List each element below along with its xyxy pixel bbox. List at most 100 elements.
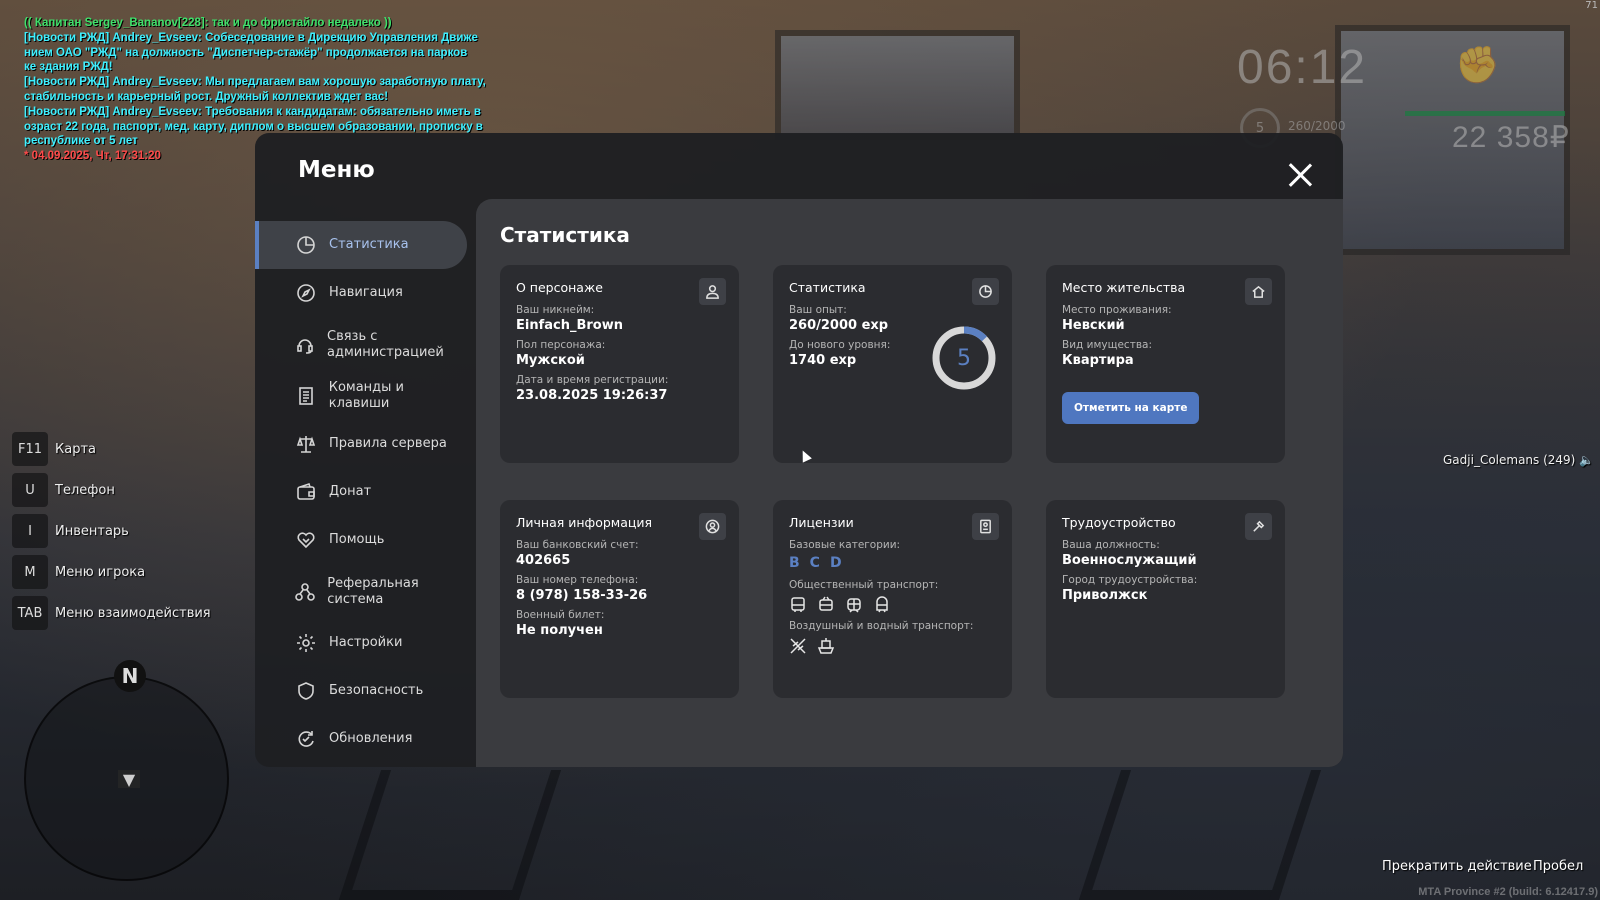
field-label: Город трудоустройства:	[1062, 574, 1198, 586]
level-value: 5	[957, 345, 971, 371]
air-water-licenses	[789, 637, 996, 655]
fist-icon: ✊	[1455, 45, 1500, 86]
license-doc-icon	[972, 513, 999, 540]
nav-item-referral[interactable]: Реферальная система	[255, 564, 467, 619]
card-residence: Место жительства Место проживания: Невск…	[1046, 265, 1285, 463]
player-nametag: Gadji_Colemans (249) 🔈	[1443, 453, 1594, 467]
gear-icon	[295, 632, 317, 654]
mark-on-map-button[interactable]: Отметить на карте	[1062, 392, 1200, 424]
nav-item-donate[interactable]: Донат	[255, 468, 467, 516]
public-transport-licenses	[789, 596, 996, 614]
trolleybus-icon	[819, 596, 833, 611]
field-label: Ваш никнейм:	[516, 304, 595, 316]
nav-item-settings[interactable]: Настройки	[255, 619, 467, 667]
card-title: Личная информация	[516, 515, 653, 530]
background-bench	[1078, 770, 1322, 900]
chat-line: [Новости РЖД] Andrey_Evseev: Собеседован…	[24, 31, 478, 44]
hint-map: F11 Карта	[12, 432, 211, 466]
nav-label: Правила сервера	[329, 436, 447, 451]
key-cap: TAB	[12, 596, 48, 630]
hint-label: Карта	[55, 441, 96, 457]
chat-line: (( Капитан Sergey_Bananov[228]: так и до…	[24, 17, 392, 29]
license-category: B	[789, 555, 800, 571]
boat-icon	[817, 638, 835, 654]
field-value: Невский	[1062, 318, 1125, 333]
scales-icon	[295, 433, 317, 455]
health-bar	[1405, 111, 1565, 116]
field-value: 8 (978) 158-33-26	[516, 588, 648, 603]
field-label: Ваш номер телефона:	[516, 574, 639, 586]
card-personal-info: Личная информация Ваш банковский счет: 4…	[500, 500, 739, 698]
menu-window: Меню Статистика Навигация Связь с админи…	[255, 133, 1343, 767]
key-hints: F11 Карта U Телефон I Инвентарь M Меню игрок…	[12, 432, 211, 637]
nav-label: Реферальная система	[327, 575, 419, 607]
stop-action-hint[interactable]: Прекратить действие	[1382, 859, 1532, 874]
pie-chart-icon	[972, 278, 999, 305]
chat-line: стабильность и карьерный рост. Дружный к…	[24, 90, 389, 103]
wallet-icon	[295, 481, 317, 503]
user-icon	[699, 278, 726, 305]
nav-item-security[interactable]: Безопасность	[255, 667, 467, 715]
key-cap: I	[12, 514, 48, 548]
field-label: Пол персонажа:	[516, 339, 606, 351]
chat-line: [Новости РЖД] Andrey_Evseev: Мы предлага…	[24, 76, 486, 89]
field-value: Приволжск	[1062, 588, 1148, 603]
nav-item-navigation[interactable]: Навигация	[255, 269, 467, 317]
nav-item-statistics[interactable]: Статистика	[255, 221, 467, 269]
build-version: MTA Province #2 (build: 6.12417.9)	[1418, 886, 1598, 898]
field-label: Общественный транспорт:	[789, 579, 939, 591]
license-category: D	[829, 555, 842, 571]
card-title: Лицензии	[789, 515, 854, 530]
hint-player-menu: M Меню игрока	[12, 555, 211, 589]
refresh-icon	[295, 728, 317, 750]
chat-line: [Новости РЖД] Andrey_Evseev: Требования …	[24, 105, 481, 118]
field-label: Ваш опыт:	[789, 304, 847, 316]
nav-label: Обновления	[329, 731, 413, 746]
card-stats: Статистика Ваш опыт: 260/2000 exp До нов…	[773, 265, 1012, 463]
key-cap: F11	[12, 432, 48, 466]
space-key-hint[interactable]: Пробел	[1533, 859, 1583, 874]
radar-north-marker: N	[114, 660, 146, 692]
field-label: Дата и время регистрации:	[516, 374, 669, 386]
nav-item-admin-contact[interactable]: Связь с администрацией	[255, 317, 467, 372]
nav-item-help[interactable]: Помощь	[255, 516, 467, 564]
key-cap: M	[12, 555, 48, 589]
field-value: Мужской	[516, 353, 585, 368]
nav-item-updates[interactable]: Обновления	[255, 715, 467, 763]
field-value: Квартира	[1062, 353, 1134, 368]
headset-icon	[295, 334, 315, 356]
close-button[interactable]	[1287, 162, 1313, 188]
nav-label: Связь с администрацией	[327, 328, 444, 360]
user-circle-icon	[699, 513, 726, 540]
compass-icon	[295, 282, 317, 304]
hint-inventory: I Инвентарь	[12, 514, 211, 548]
key-cap: U	[12, 473, 48, 507]
player-nametag-text: Gadji_Colemans (249)	[1443, 453, 1576, 467]
background-bench	[338, 770, 562, 900]
card-employment: Трудоустройство Ваша должность: Военносл…	[1046, 500, 1285, 698]
hint-label: Меню взаимодействия	[55, 605, 211, 621]
hint-interaction-menu: TAB Меню взаимодействия	[12, 596, 211, 630]
menu-title: Меню	[298, 157, 375, 183]
card-title: Трудоустройство	[1062, 515, 1176, 530]
referral-icon	[295, 581, 315, 603]
handshake-icon	[295, 529, 317, 551]
document-list-icon	[295, 385, 317, 407]
nav-item-rules[interactable]: Правила сервера	[255, 420, 467, 468]
field-label: Воздушный и водный транспорт:	[789, 620, 974, 632]
menu-sidebar: Статистика Навигация Связь с администрац…	[255, 221, 467, 763]
field-value: Не получен	[516, 623, 603, 638]
license-categories: B C D	[789, 555, 996, 571]
chat-line: нием ОАО "РЖД" на должность "Диспетчер-с…	[24, 46, 468, 59]
nav-item-commands[interactable]: Команды и клавиши	[255, 372, 467, 420]
hud-money: 22 358₽	[1452, 121, 1570, 154]
field-value: 402665	[516, 553, 571, 568]
tram-icon	[847, 598, 861, 613]
nav-label: Помощь	[329, 532, 385, 547]
card-title: О персонаже	[516, 280, 603, 295]
hint-phone: U Телефон	[12, 473, 211, 507]
content-panel: Статистика О персонаже Ваш никнейм: Einf…	[476, 199, 1343, 767]
hud-clock: 06:12	[1237, 41, 1368, 94]
pie-chart-icon	[295, 234, 317, 256]
content-title: Статистика	[500, 223, 630, 247]
